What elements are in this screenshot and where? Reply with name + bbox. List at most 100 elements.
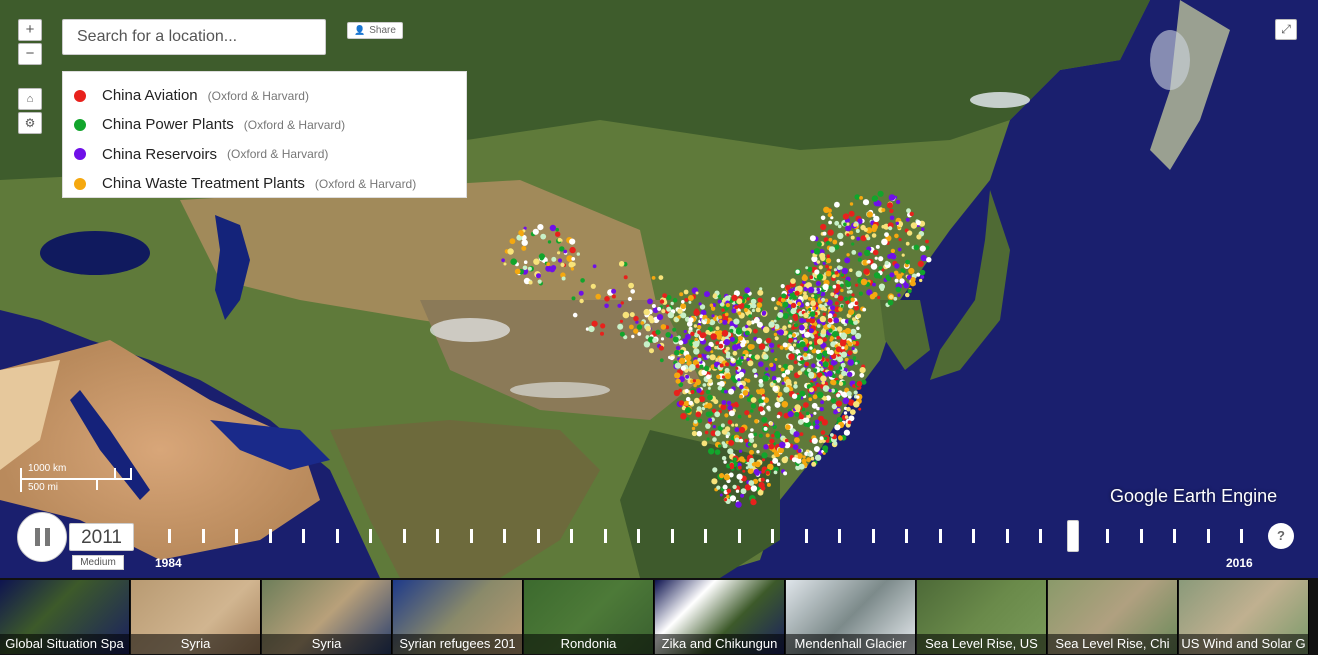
facility-dot xyxy=(828,389,832,393)
carousel-item[interactable]: Syria xyxy=(131,580,261,654)
timeline-tick[interactable] xyxy=(771,529,774,543)
zoom-in-button[interactable]: + xyxy=(18,19,42,41)
scale-tick xyxy=(114,468,116,480)
legend-item[interactable]: China Power Plants (Oxford & Harvard) xyxy=(74,110,466,139)
facility-dot xyxy=(821,419,828,426)
timeline-tick[interactable] xyxy=(603,529,607,543)
facility-dot xyxy=(693,383,697,388)
timeline-slider[interactable] xyxy=(160,520,1250,560)
facility-dot xyxy=(854,194,860,200)
facility-dot xyxy=(773,332,778,337)
facility-dot xyxy=(840,283,844,288)
settings-button[interactable]: ⚙ xyxy=(18,112,42,134)
facility-dot xyxy=(781,293,787,299)
zoom-out-button[interactable]: − xyxy=(18,43,42,65)
timeline-tick[interactable] xyxy=(938,529,942,543)
help-button[interactable]: ? xyxy=(1268,523,1294,549)
timeline-tick[interactable] xyxy=(804,529,808,543)
timeline-tick[interactable] xyxy=(436,529,439,543)
timeline-tick[interactable] xyxy=(1206,529,1210,543)
fullscreen-button[interactable]: ⤢ xyxy=(1275,19,1297,40)
facility-dot xyxy=(906,230,913,236)
facility-dot xyxy=(788,345,795,352)
facility-dot xyxy=(820,329,827,335)
carousel-item[interactable]: Sea Level Rise, US xyxy=(917,580,1047,654)
timeline-tick[interactable] xyxy=(838,529,841,543)
timeline-tick[interactable] xyxy=(972,529,975,543)
facility-dot xyxy=(762,402,766,406)
speed-selector[interactable]: Medium xyxy=(72,555,124,570)
facility-dot xyxy=(540,233,547,240)
facility-dot xyxy=(738,335,743,341)
facility-dot xyxy=(846,233,850,237)
timeline-tick[interactable] xyxy=(503,529,506,543)
timeline-end-year: 2016 xyxy=(1226,556,1253,570)
timeline-tick[interactable] xyxy=(704,529,707,543)
pause-button[interactable] xyxy=(17,512,67,562)
facility-dot xyxy=(738,449,743,453)
share-button[interactable]: 👤 Share xyxy=(347,22,403,39)
carousel-item[interactable]: Rondonia xyxy=(524,580,654,654)
facility-dot xyxy=(604,303,609,309)
timeline-tick[interactable] xyxy=(536,529,540,543)
facility-dot xyxy=(838,381,844,386)
facility-dot xyxy=(808,308,812,312)
home-button[interactable]: ⌂ xyxy=(18,88,42,110)
timeline-tick[interactable] xyxy=(1072,529,1076,543)
timeline-tick[interactable] xyxy=(168,529,171,543)
timeline-tick[interactable] xyxy=(1173,529,1176,543)
carousel-item[interactable]: Sea Level Rise, Chi xyxy=(1048,580,1178,654)
timeline-tick[interactable] xyxy=(235,529,238,543)
timeline-tick[interactable] xyxy=(1005,529,1009,543)
legend-item-source: (Oxford & Harvard) xyxy=(243,117,346,132)
satellite-map[interactable]: + − ⌂ ⚙ 👤 Share China Aviation (Oxford &… xyxy=(0,0,1318,578)
facility-dot xyxy=(856,236,861,241)
facility-dot xyxy=(820,430,826,435)
timeline-tick[interactable] xyxy=(670,529,674,543)
timeline-tick[interactable] xyxy=(1106,529,1109,543)
timeline-tick[interactable] xyxy=(469,529,473,543)
facility-dot xyxy=(881,208,886,212)
timeline-tick[interactable] xyxy=(201,529,205,543)
facility-dot xyxy=(845,225,852,232)
timeline-tick[interactable] xyxy=(737,529,741,543)
facility-dot xyxy=(834,220,840,226)
timeline-tick[interactable] xyxy=(1139,529,1143,543)
timeline-tick[interactable] xyxy=(905,529,908,543)
carousel-item[interactable]: Global Situation Spa xyxy=(0,580,130,654)
legend-color-dot xyxy=(74,118,86,131)
carousel-item[interactable]: Syria xyxy=(262,580,392,654)
legend-item-name: China Aviation xyxy=(102,87,198,105)
timeline-tick[interactable] xyxy=(369,529,372,543)
carousel-item[interactable]: Mendenhall Glacier xyxy=(786,580,916,654)
carousel-item[interactable]: US Wind and Solar G xyxy=(1179,580,1309,654)
legend-item[interactable]: China Waste Treatment Plants (Oxford & H… xyxy=(74,169,466,198)
facility-dot xyxy=(727,405,733,411)
carousel-item[interactable]: Zika and Chikungun xyxy=(655,580,785,654)
carousel-item-label: Sea Level Rise, US xyxy=(917,634,1046,654)
timeline-tick[interactable] xyxy=(637,529,640,543)
scale-tick xyxy=(20,468,22,492)
facility-dot xyxy=(884,232,889,238)
carousel-item[interactable]: Syrian refugees 201 xyxy=(393,580,523,654)
legend-item[interactable]: China Aviation (Oxford & Harvard) xyxy=(74,81,466,110)
facility-dot xyxy=(706,374,711,380)
facility-dot xyxy=(674,362,681,369)
timeline-tick[interactable] xyxy=(402,529,406,543)
timeline-tick[interactable] xyxy=(302,529,305,543)
facility-dot xyxy=(814,424,820,430)
search-input[interactable] xyxy=(62,19,326,55)
timeline-tick[interactable] xyxy=(335,529,339,543)
legend-item-source: (Oxford & Harvard) xyxy=(227,147,329,162)
timeline-tick[interactable] xyxy=(1039,529,1042,543)
timeline-tick[interactable] xyxy=(268,529,272,543)
legend-item[interactable]: China Reservoirs (Oxford & Harvard) xyxy=(74,140,466,169)
facility-dot xyxy=(680,413,687,420)
facility-dot xyxy=(675,378,681,384)
facility-dot xyxy=(873,272,881,279)
timeline-tick[interactable] xyxy=(1240,529,1243,543)
timeline-tick[interactable] xyxy=(570,529,573,543)
facility-dot xyxy=(734,437,740,443)
facility-dot xyxy=(826,350,831,355)
timeline-tick[interactable] xyxy=(871,529,875,543)
